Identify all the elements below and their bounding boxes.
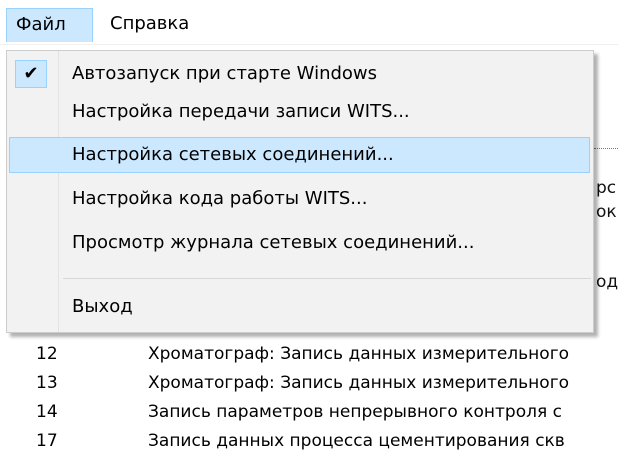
table-row[interactable]: 12 Хроматограф: Запись данных измеритель… <box>0 341 618 367</box>
menu-item-label: Настройка сетевых соединений... <box>72 144 394 165</box>
menu-item-exit[interactable]: Выход <box>9 289 590 325</box>
row-code: 12 <box>36 344 58 364</box>
menu-file[interactable]: Файл <box>6 8 93 42</box>
file-dropdown-menu: ✔ Автозапуск при старте Windows Настройк… <box>6 50 594 333</box>
checkmark-box: ✔ <box>15 60 47 88</box>
row-description: Запись данных процесса цементирования ск… <box>148 431 565 451</box>
focus-dotted-line <box>594 148 618 149</box>
menu-separator <box>63 278 591 279</box>
menu-item-label: Автозапуск при старте Windows <box>72 63 378 84</box>
menu-item-label: Выход <box>72 296 133 317</box>
checkmark-icon: ✔ <box>23 63 39 84</box>
row-code: 13 <box>36 373 58 393</box>
row-code: 14 <box>36 402 58 422</box>
row-description: Хроматограф: Запись данных измерительног… <box>148 373 570 393</box>
menu-item-label: Просмотр журнала сетевых соединений... <box>72 232 475 253</box>
menu-item-autostart[interactable]: ✔ Автозапуск при старте Windows <box>9 56 590 92</box>
table-row[interactable]: 17 Запись данных процесса цементирования… <box>0 428 618 454</box>
menu-item-label: Настройка кода работы WITS... <box>72 188 368 209</box>
menu-help[interactable]: Справка <box>107 8 189 42</box>
table-row[interactable]: 14 Запись параметров непрерывного контро… <box>0 399 618 425</box>
menu-item-network-log[interactable]: Просмотр журнала сетевых соединений... <box>9 225 590 261</box>
row-description: Запись параметров непрерывного контроля … <box>148 402 562 422</box>
edge-fragment: од <box>596 272 618 292</box>
menu-bar: Файл Справка <box>0 0 618 45</box>
edge-fragment: ок <box>596 202 617 222</box>
table-row[interactable]: 13 Хроматограф: Запись данных измеритель… <box>0 370 618 396</box>
row-description: Хроматограф: Запись данных измерительног… <box>148 344 570 364</box>
menu-item-wits-transfer-settings[interactable]: Настройка передачи записи WITS... <box>9 94 590 130</box>
row-code: 17 <box>36 431 58 451</box>
edge-fragment: рс <box>596 178 617 198</box>
menu-item-label: Настройка передачи записи WITS... <box>72 101 410 122</box>
menu-item-wits-code-settings[interactable]: Настройка кода работы WITS... <box>9 181 590 217</box>
menu-item-network-settings[interactable]: Настройка сетевых соединений... <box>9 137 590 173</box>
